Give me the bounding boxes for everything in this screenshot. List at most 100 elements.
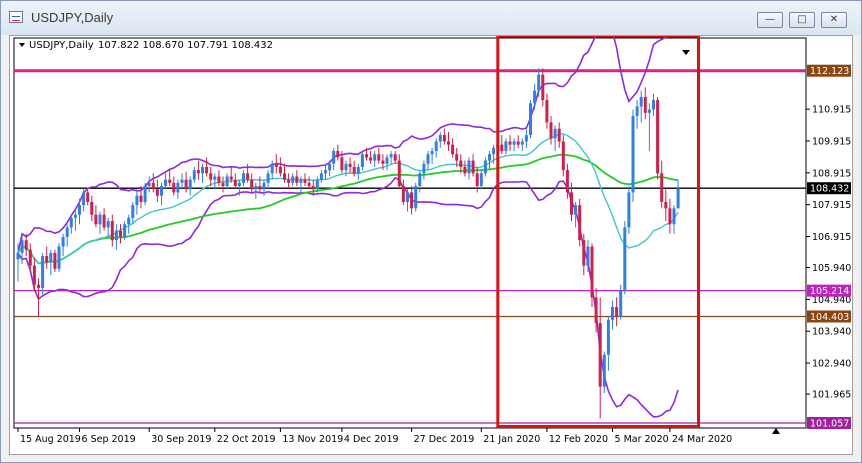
candle-body [602,354,606,387]
candle-body [73,214,77,218]
chart-window-icon [9,11,23,23]
candle-body [451,144,455,155]
candle-body [410,192,414,209]
candle-body [143,186,147,202]
candle-body [582,240,586,266]
candle-body [668,208,672,225]
candle-body [28,249,32,266]
candle-body [131,205,135,218]
candle-body [254,186,258,190]
x-tick-label: 5 Mar 2020 [615,434,669,445]
candle-body [209,173,213,180]
candle-body [360,154,364,167]
candle-body [114,230,118,241]
candle-body [102,214,106,228]
candle-body [16,252,20,260]
candle-body [631,116,635,193]
candle-body [307,182,311,187]
candle-body [86,192,90,202]
candle-body [274,163,278,167]
x-tick-label: 21 Jan 2020 [483,434,540,445]
candle-body [127,217,131,225]
candle-body [78,205,81,215]
minimize-button[interactable]: — [757,12,783,28]
y-tick-label: 106.915 [812,232,851,243]
candle-body [336,151,340,158]
candle-body [627,192,631,228]
candle-body [414,186,418,209]
candle-body [586,246,590,266]
candle-body [557,128,561,142]
candle-body [664,201,668,209]
candle-body [135,195,139,206]
candle-body [508,141,512,145]
candle-body [533,90,537,104]
candle-body [233,179,237,187]
candle-body [520,141,524,145]
price-tag-label: 105.214 [810,286,849,297]
candle-body [619,291,623,317]
candle-body [123,224,127,237]
candle-body [258,186,262,190]
y-tick-label: 101.965 [812,390,851,401]
candle-body [352,166,356,174]
candle-body [37,284,40,288]
x-tick-label: 27 Dec 2019 [414,434,475,445]
candle-body [418,173,422,187]
candle-body [82,192,86,206]
chart-symbol-label: USDJPY,Daily [29,40,94,51]
candle-body [672,208,676,225]
candle-body [434,141,438,152]
candle-body [393,154,397,161]
candle-body [24,240,28,250]
x-tick-label: 4 Dec 2019 [344,434,399,445]
y-tick-label: 108.915 [812,168,851,179]
candle-body [176,182,180,193]
y-tick-label: 107.915 [812,200,851,211]
candle-body [237,182,241,187]
candle-body [188,179,192,190]
candle-body [250,179,254,190]
y-tick-label: 103.940 [812,327,851,338]
window-title: USDJPY,Daily [31,10,114,25]
x-tick-label: 6 Sep 2019 [82,434,136,445]
candle-body [504,141,508,152]
candle-body [192,170,196,180]
candle-body [529,103,532,136]
candle-body [160,186,163,196]
candle-body [541,74,545,101]
candle-body [94,214,98,225]
candle-body [447,141,450,145]
candle-body [311,186,315,190]
candle-body [221,182,225,187]
candle-body [389,154,393,158]
candle-body [397,160,401,187]
candle-body [570,192,573,215]
chart-ohlc-values: 107.822 108.670 107.791 108.432 [98,40,273,51]
title-bar[interactable]: USDJPY,Daily — □ ✕ [1,1,861,35]
candle-body [401,186,405,202]
candle-body [246,173,250,180]
candle-body [278,166,282,174]
candle-body [479,173,483,187]
candle-body [385,157,389,164]
chart-area[interactable]: 101.965 102.940 103.940 104.940 105.940 106.9… [9,35,853,455]
candle-body [180,179,184,183]
close-button[interactable]: ✕ [821,12,847,28]
candle-body [119,230,122,237]
candle-body [172,182,176,193]
candle-body [291,176,295,183]
price-tag-label: 101.057 [810,419,849,430]
candle-body [635,106,639,116]
candle-body [561,141,565,171]
candle-body [45,256,49,263]
candle-body [319,173,323,180]
candle-body [406,192,409,202]
maximize-button[interactable]: □ [789,12,815,28]
candle-body [324,170,327,174]
x-tick-label: 13 Nov 2019 [282,434,343,445]
y-tick-label: 105.940 [812,263,851,274]
candle-body [328,163,332,171]
price-chart[interactable]: 101.965102.940103.940104.940105.940106.9… [10,36,852,454]
x-tick-label: 12 Feb 2020 [549,434,608,445]
